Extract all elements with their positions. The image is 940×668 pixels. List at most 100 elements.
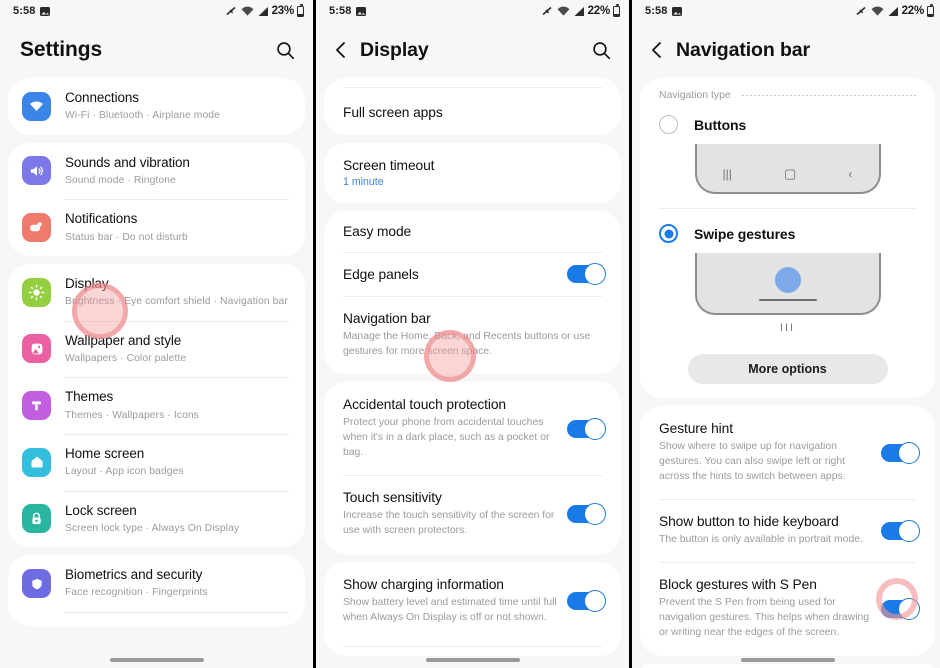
row-title: Accidental touch protection — [343, 397, 506, 413]
search-icon[interactable] — [271, 36, 299, 64]
list-item-subtitle: Face recognition · Fingerprints — [65, 587, 208, 599]
row-text: Show button to hide keyboard The button … — [659, 514, 871, 547]
status-bar: 5:58 22% — [316, 0, 629, 22]
option-swipe-gestures[interactable]: Swipe gestures — [640, 214, 935, 249]
phone-preview-buttons: ||| ▢ ‹ — [694, 144, 881, 194]
status-time: 5:58 — [645, 5, 668, 17]
preview-buttons: ||| ▢ ‹ — [640, 140, 935, 204]
list-item-subtitle: Themes · Wallpapers · Icons — [65, 409, 199, 421]
image-icon — [22, 334, 51, 364]
row-text: Block gestures with S Pen Prevent the S … — [659, 577, 871, 640]
row-title: Show charging information — [343, 576, 504, 592]
toggle-show-button-to-hide-keyboard[interactable] — [881, 519, 920, 542]
toggle-show-charging-information[interactable] — [567, 589, 606, 612]
row-description: Manage the Home, Back, and Recents butto… — [343, 331, 591, 358]
row-gesture-hint[interactable]: Gesture hint Show where to swipe up for … — [640, 406, 935, 499]
sidebar-item-sounds[interactable]: Sounds and vibration Sound mode · Ringto… — [8, 143, 305, 200]
status-bar-right: 22% — [541, 3, 620, 17]
row-show-charging-information[interactable]: Show charging information Show battery l… — [324, 562, 621, 640]
row-title: Touch sensitivity — [343, 490, 442, 506]
wifi-icon — [22, 91, 51, 121]
home-indicator — [740, 658, 835, 662]
row-title: Show button to hide keyboard — [659, 514, 839, 530]
row-edge-panels[interactable]: Edge panels — [324, 252, 621, 296]
toggle-edge-panels[interactable] — [567, 263, 606, 285]
scroll-cut-divider — [324, 78, 621, 90]
row-navigation-bar[interactable]: Navigation bar Manage the Home, Back, an… — [324, 296, 621, 374]
home-indicator — [425, 658, 520, 662]
radio-swipe-gestures[interactable] — [659, 224, 678, 243]
row-title: Screen timeout — [343, 158, 435, 173]
display-group-3: Easy mode Edge panels Navigation bar Man… — [324, 211, 621, 375]
row-description: Show battery level and estimated time un… — [343, 596, 557, 623]
option-buttons[interactable]: Buttons — [640, 105, 935, 140]
shield-icon — [22, 569, 51, 599]
sidebar-item-lock-screen[interactable]: Lock screen Screen lock type · Always On… — [8, 490, 305, 548]
speaker-icon — [22, 156, 51, 186]
back-chevron-icon[interactable] — [644, 37, 670, 63]
page-title: Display — [360, 38, 429, 61]
preview-gestures: III — [640, 249, 935, 344]
wifi-icon — [557, 6, 569, 16]
toggle-touch-sensitivity[interactable] — [567, 503, 606, 526]
nfc-icon — [542, 6, 552, 16]
row-easy-mode[interactable]: Easy mode — [324, 211, 621, 252]
row-title: Easy mode — [343, 224, 412, 239]
row-text: Show charging information Show battery l… — [343, 577, 557, 625]
row-description: Show where to swipe up for navigation ge… — [659, 441, 846, 483]
toggle-gesture-hint[interactable] — [881, 441, 920, 464]
row-description: Prevent the S Pen from being used for na… — [659, 597, 870, 639]
status-bar-left: 5:58 — [645, 5, 683, 17]
row-text: Accidental touch protection Protect your… — [343, 397, 557, 460]
phone-preview-gestures — [694, 253, 881, 315]
row-text: Edge panels — [343, 267, 557, 282]
row-screen-timeout[interactable]: Screen timeout 1 minute — [324, 143, 621, 203]
navigation-bar-content[interactable]: Navigation type Buttons ||| ▢ ‹ Swipe ge… — [632, 78, 940, 668]
lock-icon — [22, 504, 51, 534]
row-block-gestures-with-s-pen[interactable]: Block gestures with S Pen Prevent the S … — [640, 562, 935, 655]
radio-buttons[interactable] — [659, 115, 678, 134]
brightness-icon — [22, 277, 51, 307]
wifi-icon — [241, 6, 253, 16]
option-label: Buttons — [694, 116, 747, 133]
sidebar-item-connections[interactable]: Connections Wi-Fi · Bluetooth · Airplane… — [8, 78, 305, 135]
search-icon[interactable] — [587, 36, 615, 64]
row-show-button-to-hide-keyboard[interactable]: Show button to hide keyboard The button … — [640, 499, 935, 562]
more-options-button[interactable]: More options — [687, 354, 888, 384]
settings-list[interactable]: Connections Wi-Fi · Bluetooth · Airplane… — [0, 78, 313, 668]
settings-group-connections: Connections Wi-Fi · Bluetooth · Airplane… — [8, 78, 305, 135]
toggle-accidental-touch-protection[interactable] — [567, 417, 606, 440]
sidebar-item-display[interactable]: Display Brightness · Eye comfort shield … — [8, 264, 305, 321]
battery-icon — [613, 3, 620, 17]
row-touch-sensitivity[interactable]: Touch sensitivity Increase the touch sen… — [324, 475, 621, 553]
recents-glyph: ||| — [722, 167, 732, 181]
sidebar-item-themes[interactable]: Themes Themes · Wallpapers · Icons — [8, 377, 305, 434]
list-item-text: Lock screen Screen lock type · Always On… — [65, 502, 239, 537]
status-time: 5:58 — [329, 5, 352, 17]
list-item-title: Connections — [65, 90, 139, 105]
back-chevron-icon[interactable] — [328, 37, 354, 63]
navigation-type-header: Navigation type — [640, 78, 935, 105]
row-full-screen-apps[interactable]: Full screen apps — [324, 90, 621, 135]
brush-icon — [22, 391, 51, 421]
list-item-text: Display Brightness · Eye comfort shield … — [65, 275, 288, 310]
sidebar-item-biometrics[interactable]: Biometrics and security Face recognition… — [8, 555, 305, 612]
list-item-text: Biometrics and security Face recognition… — [65, 566, 208, 601]
row-title: Full screen apps — [343, 105, 443, 120]
row-accidental-touch-protection[interactable]: Accidental touch protection Protect your… — [324, 382, 621, 475]
sidebar-item-home-screen[interactable]: Home screen Layout · App icon badges — [8, 433, 305, 491]
status-bar-right: 22% — [855, 3, 934, 17]
display-settings-list[interactable]: Full screen apps Screen timeout 1 minute… — [316, 78, 629, 668]
list-item-title: Wallpaper and style — [65, 332, 182, 348]
toggle-block-gestures-with-s-pen[interactable] — [881, 597, 920, 620]
list-item-subtitle: Layout · App icon badges — [65, 466, 184, 478]
wifi-icon — [871, 6, 883, 16]
row-title: Edge panels — [343, 266, 419, 282]
list-item-title: Home screen — [65, 445, 145, 461]
list-item-text: Wallpaper and style Wallpapers · Color p… — [65, 332, 186, 367]
sidebar-item-wallpaper[interactable]: Wallpaper and style Wallpapers · Color p… — [8, 320, 305, 378]
list-item-subtitle: Status bar · Do not disturb — [65, 231, 188, 243]
sidebar-item-notifications[interactable]: Notifications Status bar · Do not distur… — [8, 199, 305, 256]
status-bar: 5:58 23% — [0, 0, 313, 22]
gallery-icon — [672, 6, 683, 16]
